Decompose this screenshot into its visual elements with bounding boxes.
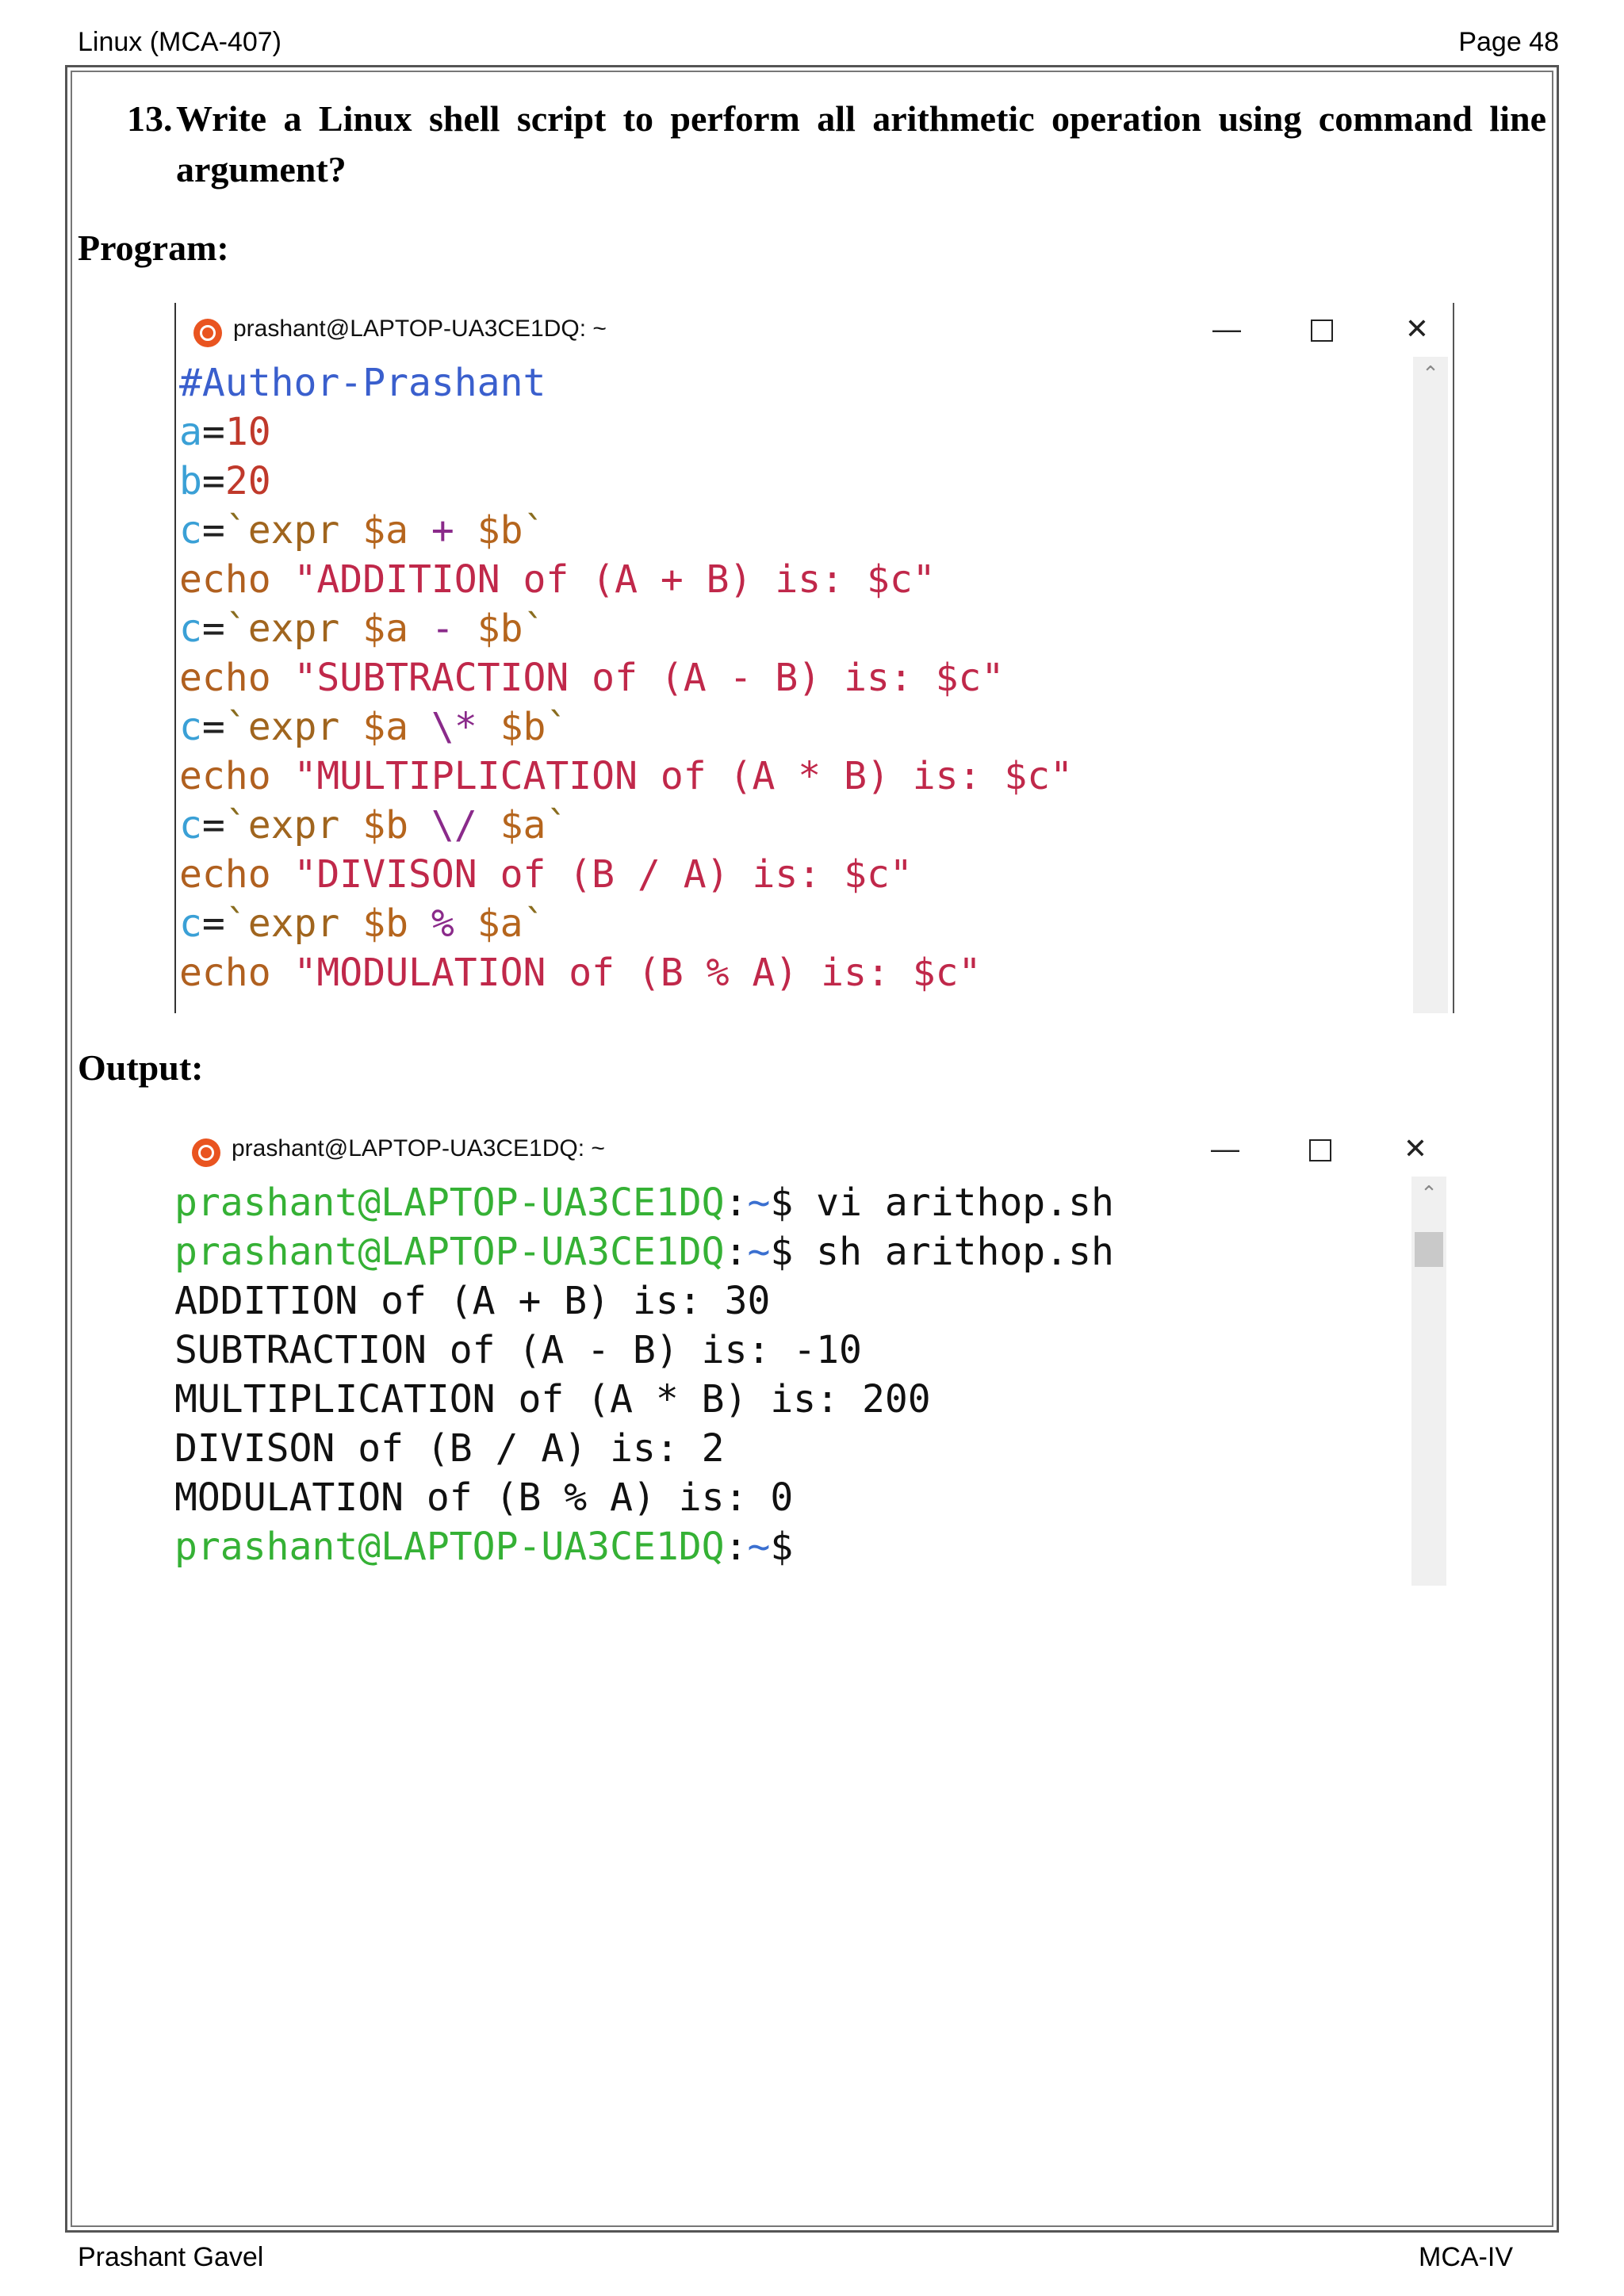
prompt-line: prashant@LAPTOP-UA3CE1DQ:~$ [174, 1525, 794, 1569]
output-scrollbar[interactable]: ⌃ [1411, 1177, 1446, 1586]
output-line: MODULATION of (B % A) is: 0 [174, 1475, 794, 1520]
output-line: MULTIPLICATION of (A * B) is: 200 [174, 1377, 931, 1422]
code-line: echo "MODULATION of (B % A) is: $c" [179, 951, 982, 995]
question-number: 13. [127, 98, 173, 139]
output-terminal-window: prashant@LAPTOP-UA3CE1DQ: ~ — ✕ prashant… [174, 1123, 1451, 1586]
maximize-icon[interactable] [1300, 1131, 1340, 1167]
prompt-line: prashant@LAPTOP-UA3CE1DQ:~$ sh arithop.s… [174, 1230, 1114, 1274]
header-page-number: Page 48 [1458, 27, 1559, 57]
output-window-titlebar: prashant@LAPTOP-UA3CE1DQ: ~ — ✕ [174, 1123, 1451, 1177]
code-line: c=`expr $b % $a` [179, 901, 546, 946]
output-window-title: prashant@LAPTOP-UA3CE1DQ: ~ [232, 1135, 605, 1161]
program-scrollbar[interactable]: ⌃ [1413, 357, 1448, 1013]
program-editor: #Author-Prashant a=10 b=20 c=`expr $a + $b`… [176, 357, 1413, 1013]
output-heading: Output: [78, 1047, 204, 1088]
maximize-icon[interactable] [1302, 311, 1342, 347]
code-line: b=20 [179, 459, 271, 503]
scroll-thumb[interactable] [1415, 1232, 1443, 1267]
code-line: c=`expr $b \/ $a` [179, 803, 569, 848]
code-line: echo "ADDITION of (A + B) is: $c" [179, 557, 936, 602]
script-code: #Author-Prashant a=10 b=20 c=`expr $a + $b`… [176, 357, 1413, 997]
output-line: ADDITION of (A + B) is: 30 [174, 1279, 771, 1323]
question-text: Write a Linux shell script to perform al… [176, 98, 1546, 189]
code-line: c=`expr $a - $b` [179, 607, 546, 651]
footer-class: MCA-IV [1419, 2242, 1513, 2272]
close-icon[interactable]: ✕ [1396, 1131, 1435, 1167]
code-line: echo "SUBTRACTION of (A - B) is: $c" [179, 656, 1005, 700]
question: 13. Write a Linux shell script to perfor… [127, 94, 1546, 195]
terminal-output: prashant@LAPTOP-UA3CE1DQ:~$ vi arithop.s… [174, 1177, 1411, 1586]
code-line: echo "DIVISON of (B / A) is: $c" [179, 852, 913, 897]
ubuntu-icon [192, 1138, 220, 1167]
code-line: c=`expr $a + $b` [179, 508, 546, 553]
header-course: Linux (MCA-407) [78, 27, 282, 57]
program-heading: Program: [78, 228, 229, 268]
code-line: c=`expr $a \* $b` [179, 705, 569, 749]
terminal-text: prashant@LAPTOP-UA3CE1DQ:~$ vi arithop.s… [174, 1177, 1411, 1571]
program-terminal-window: prashant@LAPTOP-UA3CE1DQ: ~ — ✕ #Author-… [174, 303, 1454, 1013]
output-line: DIVISON of (B / A) is: 2 [174, 1426, 725, 1471]
ubuntu-icon [193, 319, 222, 347]
code-line: a=10 [179, 410, 271, 454]
close-icon[interactable]: ✕ [1397, 311, 1437, 347]
code-line: #Author-Prashant [179, 361, 546, 405]
footer-author: Prashant Gavel [78, 2242, 264, 2272]
minimize-icon[interactable]: — [1207, 311, 1247, 347]
minimize-icon[interactable]: — [1205, 1131, 1245, 1167]
code-line: echo "MULTIPLICATION of (A * B) is: $c" [179, 754, 1074, 798]
prompt-line: prashant@LAPTOP-UA3CE1DQ:~$ vi arithop.s… [174, 1181, 1114, 1225]
scroll-up-icon[interactable]: ⌃ [1413, 362, 1448, 385]
scroll-up-icon[interactable]: ⌃ [1411, 1181, 1446, 1205]
output-line: SUBTRACTION of (A - B) is: -10 [174, 1328, 862, 1372]
program-window-titlebar: prashant@LAPTOP-UA3CE1DQ: ~ — ✕ [176, 303, 1453, 357]
program-window-title: prashant@LAPTOP-UA3CE1DQ: ~ [233, 316, 607, 342]
